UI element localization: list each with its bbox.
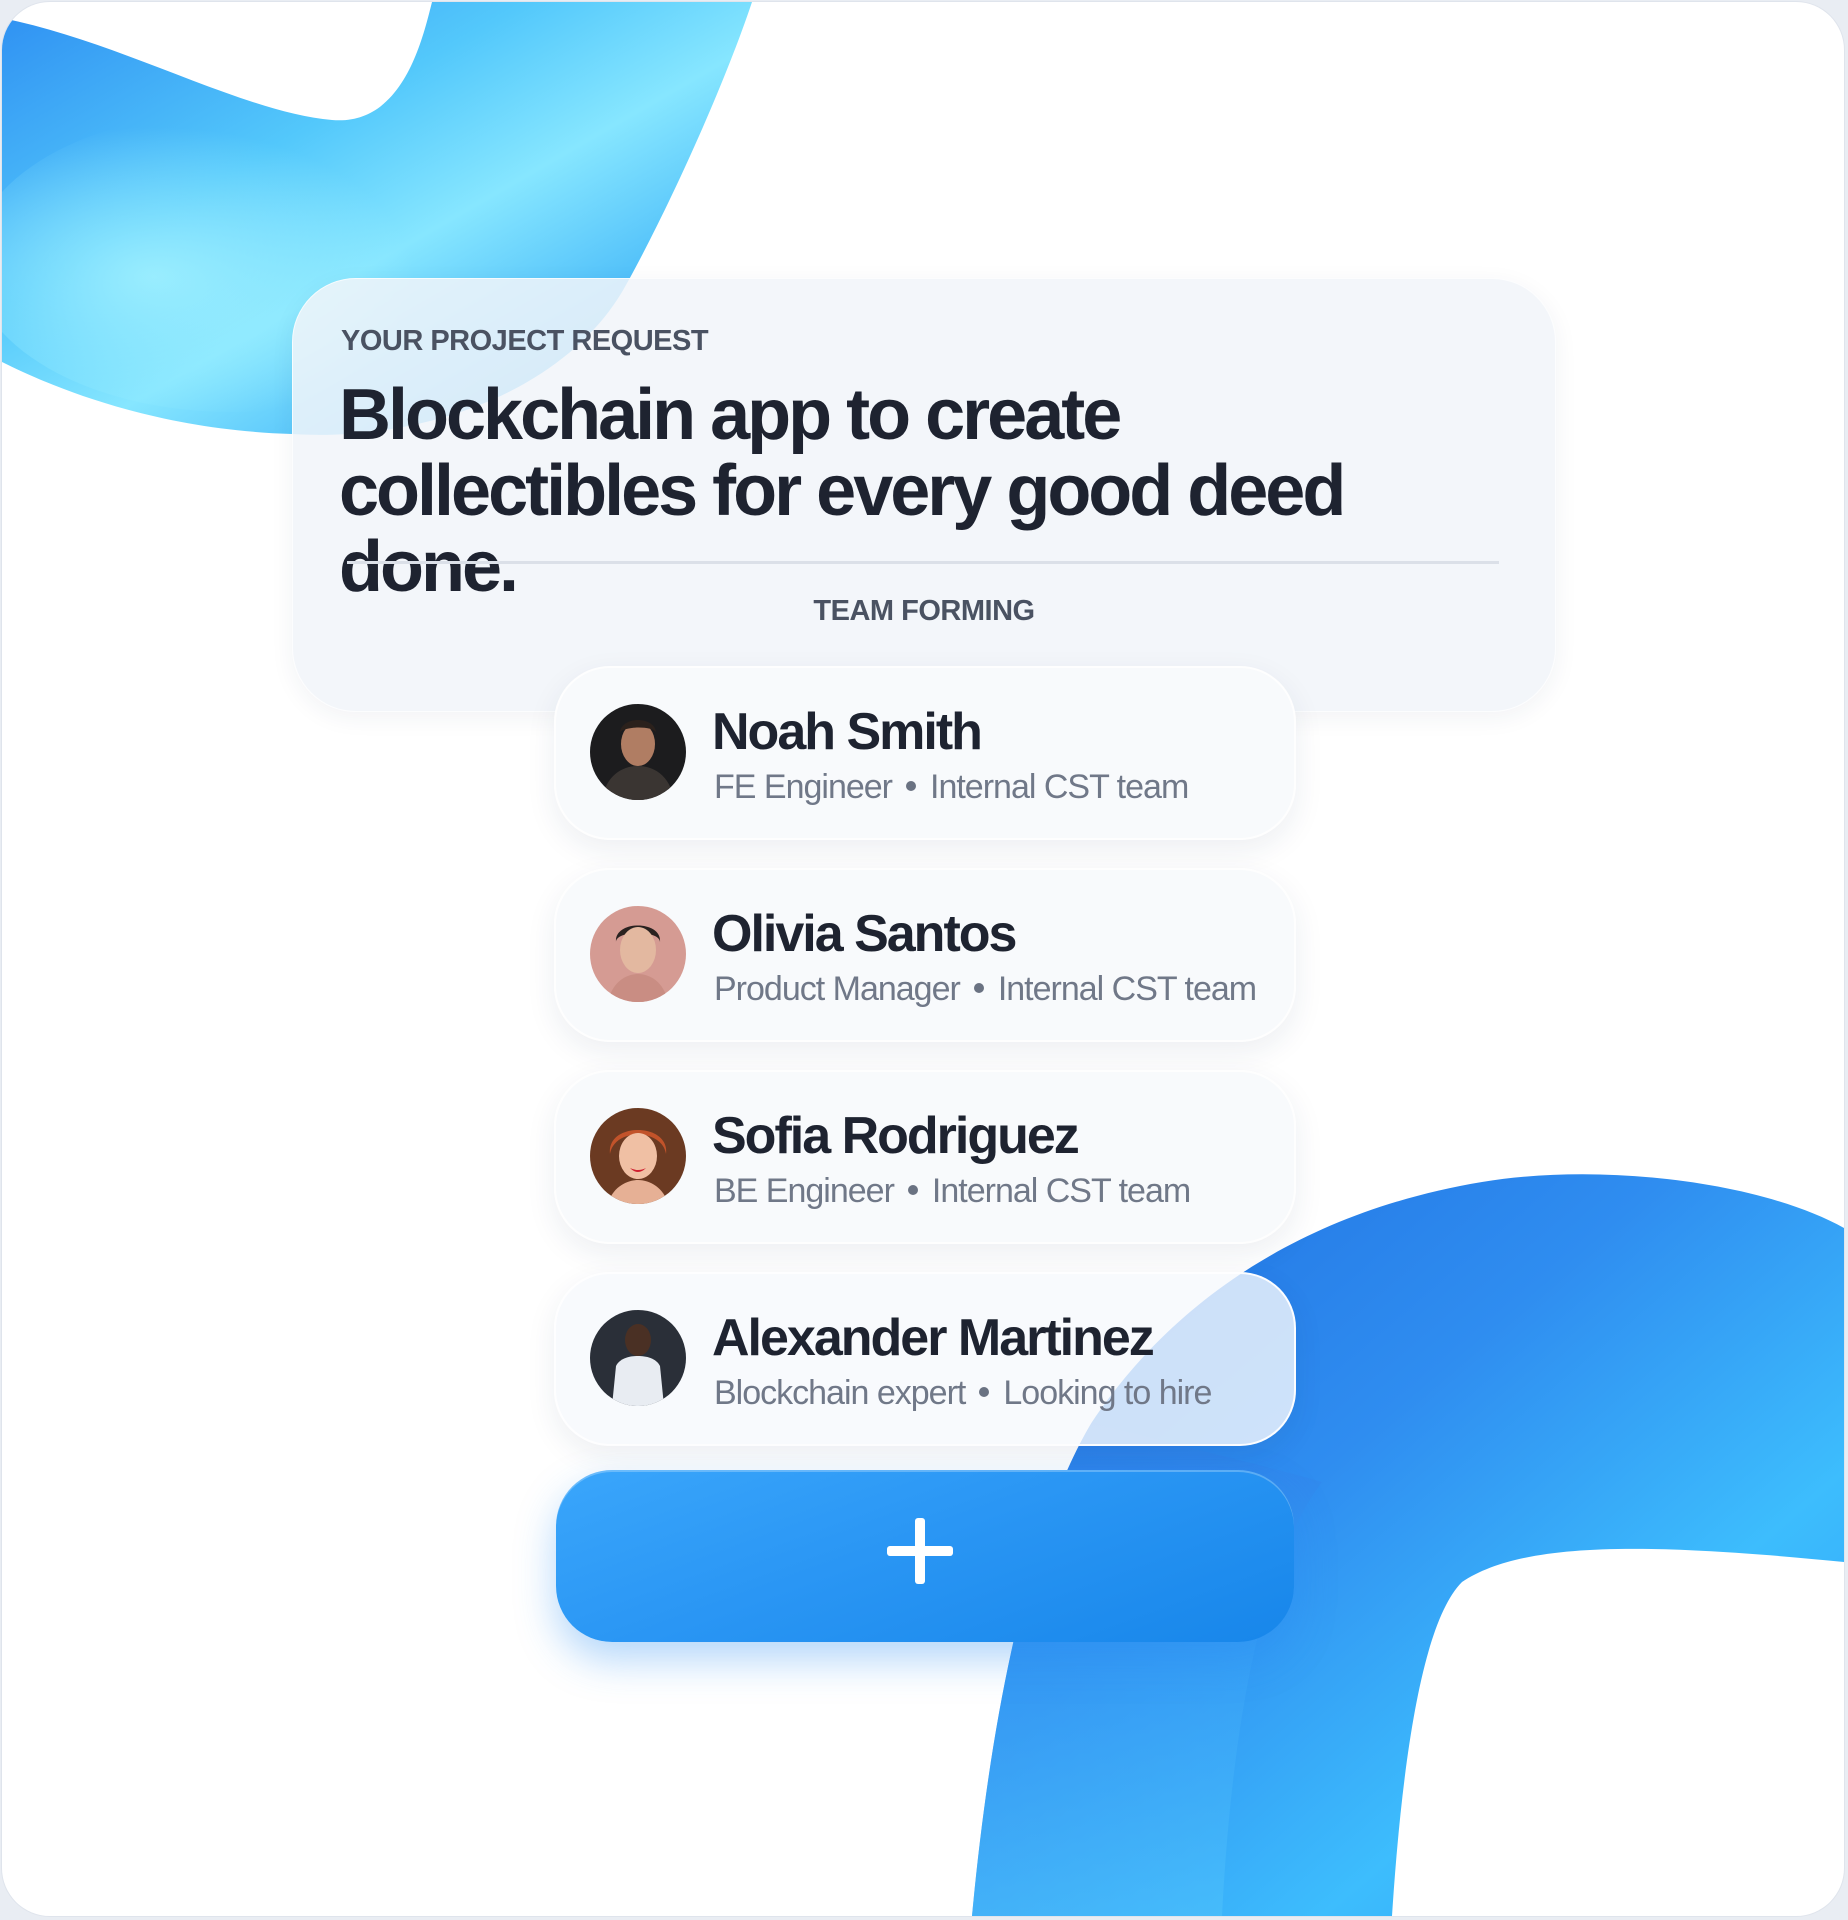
- team-member-card[interactable]: Olivia Santos Product Manager Internal CS…: [554, 868, 1296, 1042]
- member-role: Product Manager: [714, 970, 961, 1008]
- member-name: Olivia Santos: [712, 905, 1017, 963]
- project-title: Blockchain app to create collectibles fo…: [339, 375, 1346, 607]
- member-source: Looking to hire: [1003, 1374, 1212, 1412]
- member-name: Noah Smith: [712, 703, 983, 761]
- separator-dot: [907, 1185, 918, 1195]
- member-source: Internal CST team: [997, 970, 1257, 1008]
- member-role: FE Engineer: [714, 768, 893, 806]
- team-member-card[interactable]: Noah Smith FE Engineer Internal CST team: [554, 666, 1296, 840]
- separator-dot: [979, 1387, 990, 1397]
- add-member-button[interactable]: [556, 1470, 1294, 1642]
- team-member-card[interactable]: Alexander Martinez Blockchain expert Look…: [554, 1272, 1296, 1446]
- project-request-card: YOUR PROJECT REQUEST Blockchain app to c…: [292, 278, 1556, 712]
- team-forming-label: TEAM FORMING: [813, 595, 1035, 627]
- divider: [347, 561, 1499, 564]
- avatar: [590, 1310, 686, 1406]
- member-source: Internal CST team: [931, 1172, 1191, 1210]
- member-name: Sofia Rodriguez: [712, 1107, 1080, 1165]
- member-meta: FE Engineer Internal CST team: [714, 768, 1189, 807]
- team-member-card[interactable]: Sofia Rodriguez BE Engineer Internal CST …: [554, 1070, 1296, 1244]
- separator-dot: [906, 781, 916, 791]
- avatar: [590, 906, 686, 1002]
- member-name: Alexander Martinez: [712, 1309, 1155, 1367]
- app-frame: YOUR PROJECT REQUEST Blockchain app to c…: [2, 2, 1844, 1916]
- member-source: Internal CST team: [930, 768, 1189, 806]
- member-meta: Product Manager Internal CST team: [714, 970, 1257, 1009]
- separator-dot: [973, 983, 984, 993]
- member-meta: Blockchain expert Looking to hire: [714, 1374, 1212, 1413]
- plus-icon: [887, 1518, 953, 1584]
- project-eyebrow: YOUR PROJECT REQUEST: [341, 325, 709, 357]
- member-role: Blockchain expert: [714, 1374, 966, 1412]
- member-role: BE Engineer: [714, 1172, 895, 1210]
- member-meta: BE Engineer Internal CST team: [714, 1172, 1191, 1211]
- avatar: [590, 704, 686, 800]
- avatar: [590, 1108, 686, 1204]
